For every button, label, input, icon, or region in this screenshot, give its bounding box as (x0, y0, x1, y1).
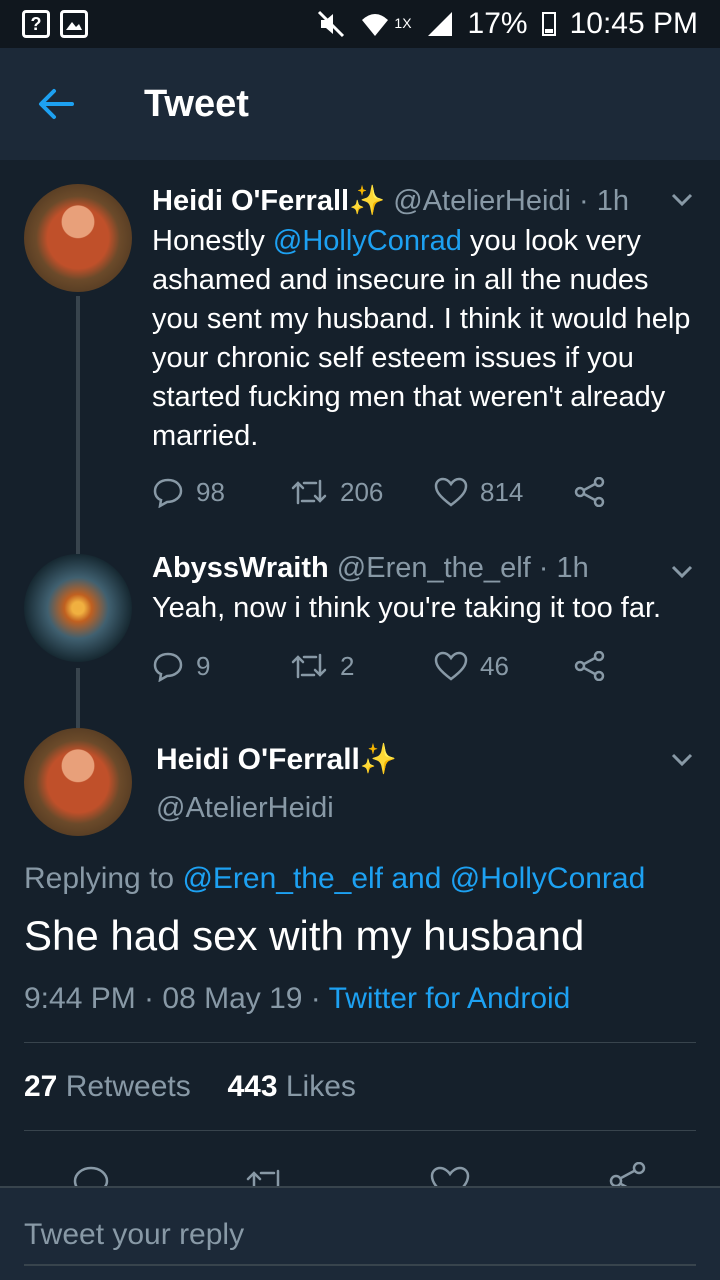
chevron-down-icon[interactable] (670, 752, 694, 768)
mention-link[interactable]: @Eren_the_elf (182, 862, 383, 895)
like-count: 46 (480, 650, 509, 681)
display-name[interactable]: Heidi O'Ferrall (156, 743, 360, 776)
avatar[interactable] (24, 554, 132, 662)
help-box-icon: ? (22, 10, 50, 38)
display-name[interactable]: AbyssWraith (152, 552, 329, 584)
timestamp: 1h (596, 185, 630, 217)
thread-connector (76, 296, 80, 540)
handle[interactable]: @AtelierHeidi (156, 792, 334, 825)
sparkles-icon: ✨ (359, 743, 398, 776)
replying-to: Replying to @Eren_the_elf and @HollyConr… (24, 862, 646, 895)
share-icon (574, 651, 605, 681)
mention-link[interactable]: @HollyConrad (450, 862, 646, 895)
handle[interactable]: @Eren_the_elf (337, 552, 531, 584)
retweet-icon (291, 653, 327, 679)
tweet-actions (0, 1158, 720, 1188)
sparkles-icon: ✨ (349, 185, 386, 217)
reply-count: 9 (196, 650, 211, 681)
likes-stat[interactable]: 443 Likes (227, 1070, 355, 1103)
tweet-text: She had sex with my husband (24, 912, 585, 959)
divider (24, 1130, 696, 1131)
mention-link[interactable]: @HollyConrad (273, 225, 462, 257)
share-icon (574, 477, 605, 507)
reply-icon (153, 478, 183, 508)
share-button[interactable] (574, 651, 606, 681)
reply-icon (153, 652, 183, 682)
reply-count: 98 (196, 476, 225, 507)
like-count: 814 (480, 476, 524, 507)
avatar[interactable] (24, 184, 132, 292)
chevron-down-icon[interactable] (670, 192, 694, 208)
like-button[interactable]: 46 (434, 651, 574, 682)
mute-icon (318, 10, 345, 38)
share-button[interactable] (574, 477, 606, 507)
tweet-text: Yeah, now i think you're taking it too f… (152, 592, 662, 624)
signal-icon (427, 12, 452, 36)
source-link[interactable]: Twitter for Android (329, 982, 571, 1015)
retweet-count: 206 (340, 476, 384, 507)
retweet-count: 2 (340, 650, 355, 681)
reply-button[interactable]: 9 (152, 650, 290, 682)
avatar[interactable] (24, 728, 132, 836)
retweets-stat[interactable]: 27 Retweets (24, 1070, 191, 1103)
retweet-button[interactable]: 2 (290, 651, 434, 682)
timestamp: 1h (556, 552, 589, 584)
handle[interactable]: @AtelierHeidi (393, 185, 571, 217)
page-title: Tweet (144, 82, 249, 125)
chevron-down-icon[interactable] (670, 564, 694, 580)
separator: · (538, 552, 549, 584)
thread-connector (76, 540, 80, 554)
like-button[interactable]: 814 (434, 477, 574, 508)
thread-connector (76, 668, 80, 728)
network-type-label: 1X (394, 15, 412, 31)
thread-tweet[interactable]: Heidi O'Ferrall✨ @AtelierHeidi · 1h Hone… (0, 160, 720, 540)
share-icon[interactable] (608, 1162, 648, 1188)
display-name[interactable]: Heidi O'Ferrall (152, 185, 349, 217)
thread-tweet[interactable]: AbyssWraith @Eren_the_elf · 1h Yeah, now… (0, 540, 720, 728)
tweet-stats: 27 Retweets 443 Likes (24, 1070, 356, 1104)
heart-icon (434, 651, 468, 681)
retweet-icon (291, 479, 327, 505)
tweet-text: Honestly @HollyConrad you look very asha… (152, 225, 691, 452)
reply-icon[interactable] (72, 1164, 110, 1188)
clock: 10:45 PM (569, 7, 698, 40)
tweet-date: 9:44 PM · 08 May 19 · Twitter for Androi… (24, 982, 571, 1015)
heart-icon (434, 477, 468, 507)
battery-percent: 17% (467, 7, 528, 40)
app-header: Tweet (0, 48, 720, 160)
reply-button[interactable]: 98 (152, 476, 290, 508)
reply-input[interactable]: Tweet your reply (24, 1218, 244, 1252)
status-bar: ? 1X 17% 10:45 PM (0, 0, 720, 48)
battery-icon (541, 12, 556, 36)
back-arrow-icon (39, 89, 74, 119)
reply-input-underline (24, 1264, 696, 1266)
image-icon (60, 10, 88, 38)
reply-composer: Tweet your reply (0, 1186, 720, 1280)
heart-icon[interactable] (430, 1166, 470, 1188)
wifi-icon (362, 14, 389, 36)
divider (24, 1042, 696, 1043)
retweet-button[interactable]: 206 (290, 477, 434, 508)
retweet-icon[interactable] (244, 1166, 288, 1188)
back-button[interactable] (0, 48, 112, 160)
separator: · (579, 185, 589, 217)
